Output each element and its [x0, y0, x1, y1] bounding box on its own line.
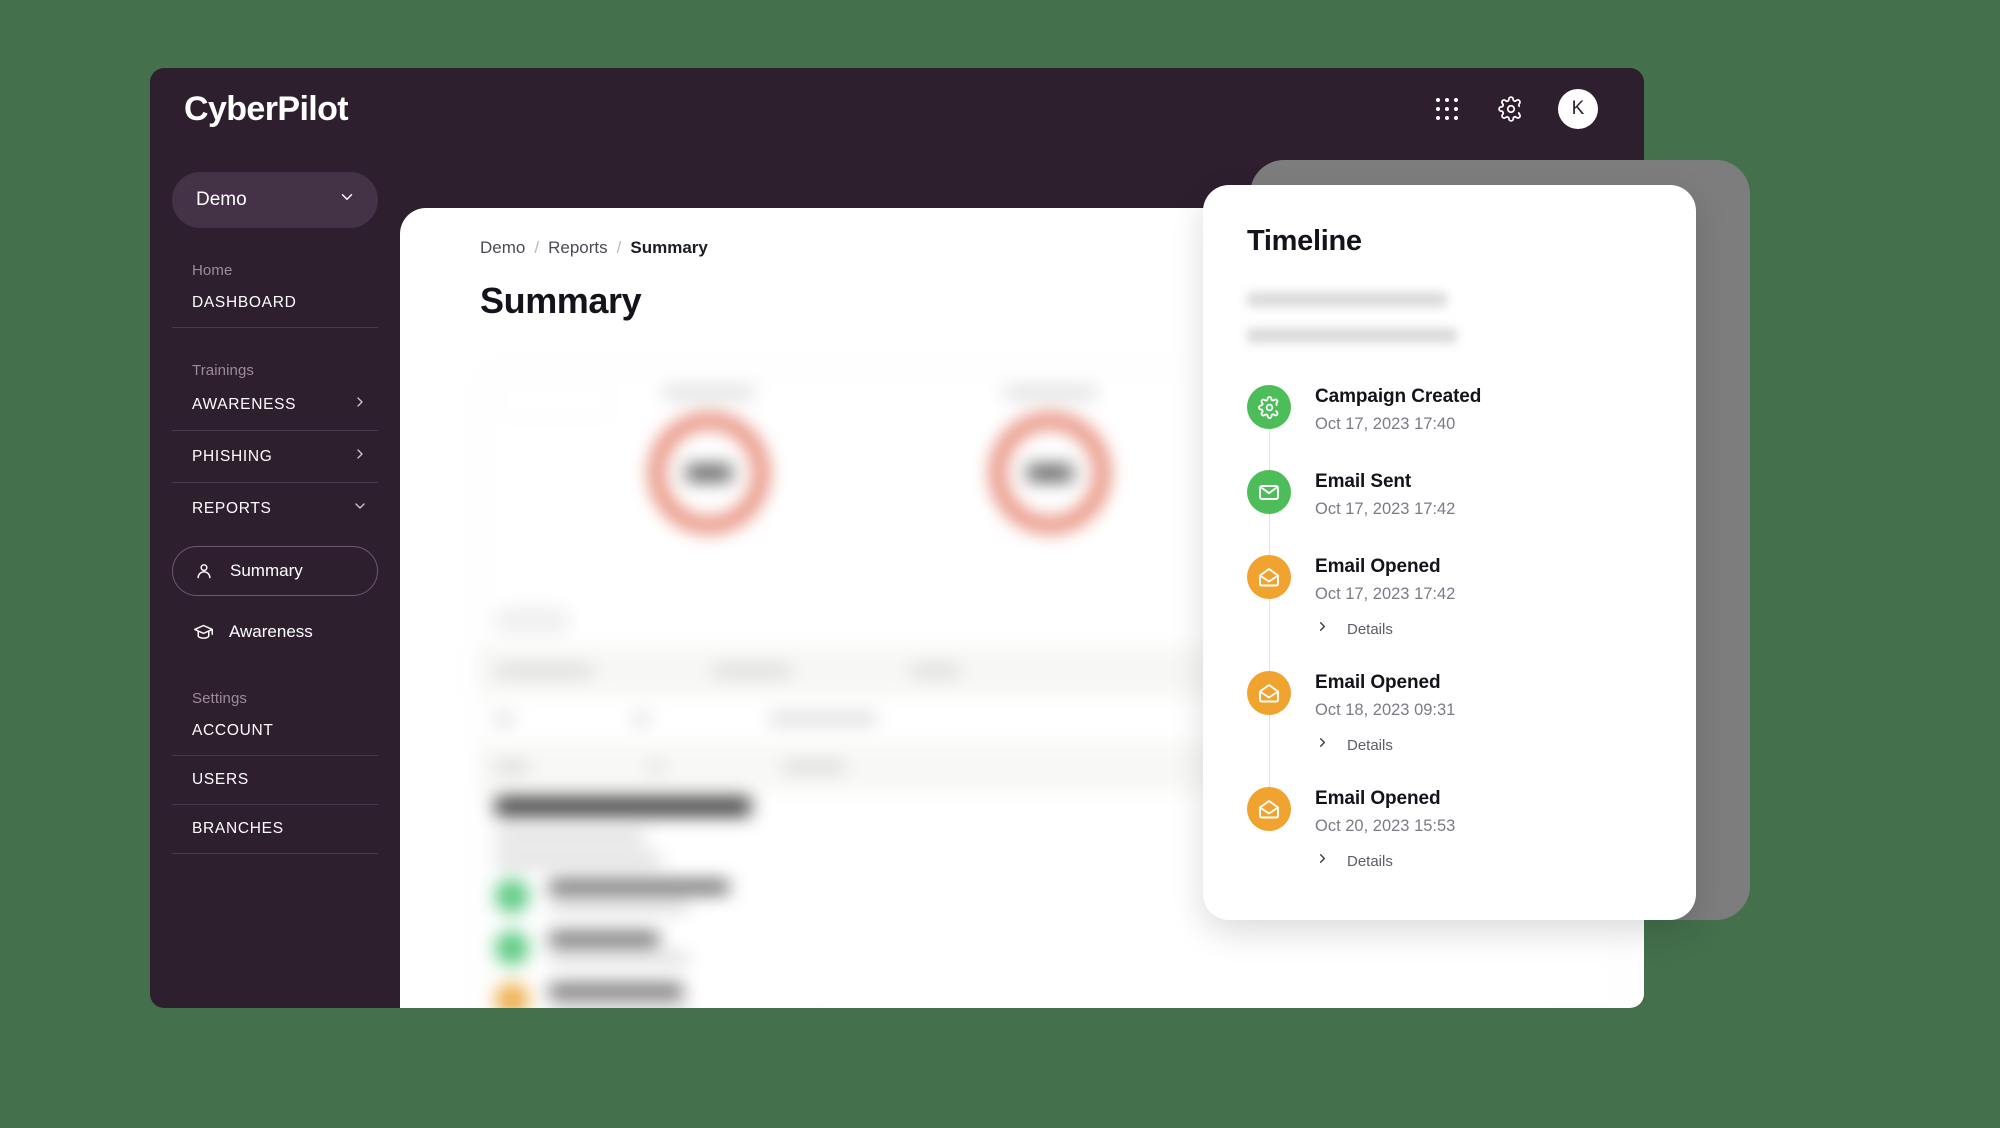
chevron-right-icon: [352, 394, 368, 415]
timeline-event-date: Oct 17, 2023 17:42: [1315, 585, 1456, 603]
breadcrumb-separator: /: [534, 238, 540, 257]
chevron-right-icon: [352, 446, 368, 467]
breadcrumb-item-demo[interactable]: Demo: [480, 238, 525, 258]
timeline-event-list: Campaign Created Oct 17, 2023 17:40 Emai…: [1247, 385, 1652, 887]
grid-apps-icon[interactable]: [1430, 92, 1464, 126]
top-bar: CyberPilot K: [150, 68, 1644, 150]
sidebar-item-dashboard[interactable]: DASHBOARD: [172, 279, 378, 328]
list-item: [495, 983, 1015, 1008]
sidebar-item-label: AWARENESS: [192, 395, 297, 413]
chevron-right-icon: [1315, 619, 1330, 639]
timeline-panel: Timeline Campaign Created Oct 17, 2023 1…: [1203, 185, 1696, 920]
person-icon: [193, 560, 215, 582]
timeline-event-title: Email Opened: [1315, 672, 1441, 693]
envelope-open-icon: [1247, 671, 1291, 715]
timeline-event-body: Email Opened Oct 20, 2023 15:53 Details: [1315, 787, 1455, 871]
timeline-details-label: Details: [1347, 852, 1393, 870]
sidebar-item-label: Awareness: [229, 622, 313, 641]
timeline-details-toggle[interactable]: Details: [1315, 619, 1455, 639]
blurred-section-title: [495, 797, 751, 816]
timeline-event-body: Email Sent Oct 17, 2023 17:42: [1315, 470, 1455, 519]
brand-logo: CyberPilot: [184, 90, 349, 128]
sidebar-item-awareness-report[interactable]: Awareness: [172, 608, 378, 656]
blurred-donut-metric: [950, 387, 1150, 532]
timeline-event-email-opened: Email Opened Oct 20, 2023 15:53 Details: [1247, 771, 1652, 887]
blurred-meta-line: [495, 855, 661, 865]
graduation-cap-icon: [192, 621, 214, 643]
sidebar-item-users[interactable]: USERS: [172, 756, 378, 805]
timeline-title: Timeline: [1247, 225, 1362, 257]
avatar[interactable]: K: [1558, 89, 1598, 129]
timeline-event-date: Oct 18, 2023 09:31: [1315, 701, 1456, 719]
nav-section-label-settings: Settings: [192, 690, 247, 707]
envelope-closed-icon: [1247, 470, 1291, 514]
redacted-email-line: [1247, 292, 1447, 307]
redacted-result-id-line: [1247, 328, 1457, 343]
list-item: [495, 879, 1015, 913]
nav-section-label-trainings: Trainings: [192, 362, 255, 379]
timeline-event-email-opened: Email Opened Oct 17, 2023 17:42 Details: [1247, 535, 1652, 655]
blurred-filter-chip: [493, 607, 571, 635]
blurred-donut-metric: [609, 387, 809, 532]
sidebar-item-awareness[interactable]: AWARENESS: [172, 379, 378, 431]
chevron-right-icon: [1315, 735, 1330, 755]
gear-icon: [1247, 385, 1291, 429]
topbar-actions: K: [1430, 89, 1598, 129]
gear-icon[interactable]: [1494, 92, 1528, 126]
blurred-timeline: [495, 879, 1015, 1008]
timeline-details-toggle[interactable]: Details: [1315, 851, 1455, 871]
timeline-event-campaign-created: Campaign Created Oct 17, 2023 17:40: [1247, 385, 1652, 450]
sidebar-item-branches[interactable]: BRANCHES: [172, 805, 378, 854]
breadcrumb-separator: /: [616, 238, 622, 257]
breadcrumb-item-summary: Summary: [630, 238, 708, 257]
sidebar-item-label: REPORTS: [192, 499, 272, 517]
sidebar: Demo Home DASHBOARD Trainings AWARENESS …: [150, 150, 400, 1008]
timeline-event-title: Email Opened: [1315, 788, 1441, 809]
blurred-footer-row: 1001000000Opened mail: [809, 1006, 1619, 1008]
org-selector[interactable]: Demo: [172, 172, 378, 228]
timeline-event-date: Oct 20, 2023 15:53: [1315, 817, 1456, 835]
timeline-event-body: Campaign Created Oct 17, 2023 17:40: [1315, 385, 1481, 434]
timeline-event-date: Oct 17, 2023 17:40: [1315, 415, 1456, 433]
sidebar-item-account[interactable]: ACCOUNT: [172, 707, 378, 756]
grid-apps-dots: [1436, 98, 1458, 120]
timeline-event-body: Email Opened Oct 17, 2023 17:42 Details: [1315, 555, 1455, 639]
blurred-meta-line: [495, 833, 645, 843]
breadcrumb-item-reports[interactable]: Reports: [548, 238, 608, 258]
chevron-down-icon: [352, 498, 368, 519]
timeline-event-email-sent: Email Sent Oct 17, 2023 17:42: [1247, 450, 1652, 535]
timeline-event-body: Email Opened Oct 18, 2023 09:31 Details: [1315, 671, 1455, 755]
list-item: [495, 931, 1015, 965]
sidebar-item-phishing[interactable]: PHISHING: [172, 431, 378, 483]
timeline-details-label: Details: [1347, 620, 1393, 638]
nav-section-label-home: Home: [192, 262, 233, 279]
sidebar-item-reports[interactable]: REPORTS: [172, 483, 378, 534]
envelope-open-icon: [1247, 555, 1291, 599]
timeline-event-title: Email Sent: [1315, 471, 1412, 492]
timeline-event-date: Oct 17, 2023 17:42: [1315, 500, 1456, 518]
sidebar-item-label: ACCOUNT: [192, 722, 274, 739]
sidebar-item-label: DASHBOARD: [192, 294, 297, 311]
chevron-right-icon: [1315, 851, 1330, 871]
sidebar-item-label: PHISHING: [192, 447, 273, 465]
timeline-event-email-opened: Email Opened Oct 18, 2023 09:31 Details: [1247, 655, 1652, 771]
timeline-details-toggle[interactable]: Details: [1315, 735, 1455, 755]
sidebar-item-label: Summary: [230, 561, 303, 580]
envelope-open-icon: [1247, 787, 1291, 831]
sidebar-item-summary[interactable]: Summary: [172, 546, 378, 596]
chevron-down-icon: [338, 188, 356, 212]
sidebar-item-label: USERS: [192, 771, 249, 788]
org-selector-label: Demo: [196, 189, 247, 210]
timeline-details-label: Details: [1347, 736, 1393, 754]
timeline-event-title: Email Opened: [1315, 556, 1441, 577]
sidebar-item-label: BRANCHES: [192, 820, 284, 837]
timeline-event-title: Campaign Created: [1315, 386, 1482, 407]
